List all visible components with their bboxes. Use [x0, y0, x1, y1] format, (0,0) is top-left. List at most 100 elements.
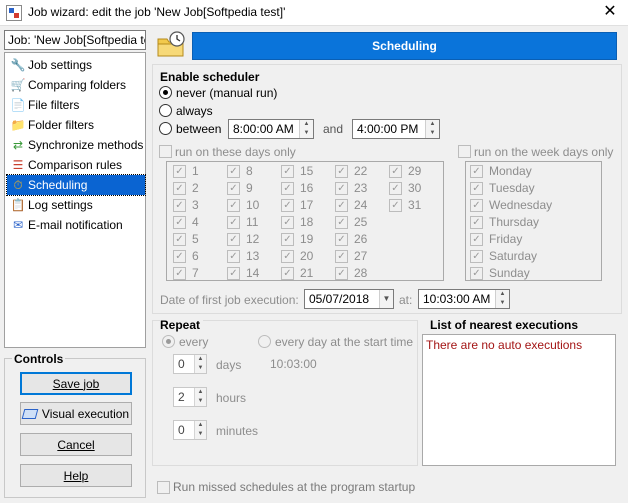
days-spinner-icon[interactable]: ▲ ▼ — [194, 355, 206, 373]
day-checkbox-9[interactable]: 9 — [227, 181, 253, 195]
first-execution-time-field[interactable]: 10:03:00 AM ▲ ▼ — [418, 289, 510, 309]
sidebar-item-file-filters[interactable]: 📄 File filters — [7, 95, 145, 115]
checkbox[interactable] — [281, 215, 294, 229]
hours-spinner-icon[interactable]: ▲ ▼ — [194, 388, 206, 406]
checkbox[interactable] — [335, 181, 348, 195]
day-checkbox-23[interactable]: 23 — [335, 181, 367, 195]
always-radio[interactable] — [159, 104, 172, 117]
help-button[interactable]: Help — [20, 464, 132, 487]
checkbox[interactable] — [227, 164, 240, 178]
checkbox[interactable] — [470, 181, 483, 195]
minutes-spinner-icon[interactable]: ▲ ▼ — [194, 421, 206, 439]
checkbox[interactable] — [470, 164, 483, 178]
day-checkbox-12[interactable]: 12 — [227, 232, 259, 246]
day-checkbox-17[interactable]: 17 — [281, 198, 313, 212]
checkbox[interactable] — [335, 215, 348, 229]
checkbox[interactable] — [227, 266, 240, 280]
day-checkbox-3[interactable]: 3 — [173, 198, 199, 212]
sidebar-item-synchronize-methods[interactable]: ⇄ Synchronize methods — [7, 135, 145, 155]
day-checkbox-18[interactable]: 18 — [281, 215, 313, 229]
weekday-checkbox-sunday[interactable]: Sunday — [470, 266, 530, 280]
day-checkbox-10[interactable]: 10 — [227, 198, 259, 212]
checkbox[interactable] — [173, 181, 186, 195]
day-checkbox-13[interactable]: 13 — [227, 249, 259, 263]
run-missed-checkbox[interactable] — [157, 481, 170, 494]
end-time-field[interactable]: 4:00:00 PM ▲ ▼ — [352, 119, 440, 139]
day-checkbox-16[interactable]: 16 — [281, 181, 313, 195]
day-checkbox-5[interactable]: 5 — [173, 232, 199, 246]
day-checkbox-8[interactable]: 8 — [227, 164, 253, 178]
day-checkbox-2[interactable]: 2 — [173, 181, 199, 195]
repeat-every-radio[interactable] — [162, 335, 175, 348]
checkbox[interactable] — [335, 232, 348, 246]
checkbox[interactable] — [227, 215, 240, 229]
checkbox[interactable] — [173, 249, 186, 263]
checkbox[interactable] — [335, 198, 348, 212]
day-checkbox-20[interactable]: 20 — [281, 249, 313, 263]
sidebar-item-scheduling[interactable]: ⏱ Scheduling — [6, 174, 146, 196]
run-on-days-checkbox[interactable] — [159, 145, 172, 158]
checkbox[interactable] — [470, 249, 483, 263]
cancel-button[interactable]: Cancel — [20, 433, 132, 456]
date-dropdown-icon[interactable]: ▼ — [379, 290, 393, 308]
first-execution-date-field[interactable]: 05/07/2018 ▼ — [304, 289, 394, 309]
weekday-checkbox-saturday[interactable]: Saturday — [470, 249, 537, 263]
end-time-spinner-icon[interactable]: ▲ ▼ — [425, 120, 439, 138]
day-checkbox-30[interactable]: 30 — [389, 181, 421, 195]
sidebar-item-e-mail-notification[interactable]: ✉ E-mail notification — [7, 215, 145, 235]
day-checkbox-11[interactable]: 11 — [227, 215, 258, 229]
sidebar-item-job-settings[interactable]: 🔧 Job settings — [7, 55, 145, 75]
checkbox[interactable] — [281, 164, 294, 178]
every-day-radio[interactable] — [258, 335, 271, 348]
time-spinner-icon[interactable]: ▲ ▼ — [495, 290, 509, 308]
day-checkbox-6[interactable]: 6 — [173, 249, 199, 263]
day-checkbox-25[interactable]: 25 — [335, 215, 367, 229]
checkbox[interactable] — [227, 232, 240, 246]
checkbox[interactable] — [281, 266, 294, 280]
minutes-stepper[interactable]: 0 ▲ ▼ — [173, 420, 207, 440]
checkbox[interactable] — [335, 266, 348, 280]
weekday-checkbox-thursday[interactable]: Thursday — [470, 215, 539, 229]
between-radio[interactable] — [159, 122, 172, 135]
sidebar-item-comparing-folders[interactable]: 🛒 Comparing folders — [7, 75, 145, 95]
checkbox[interactable] — [227, 249, 240, 263]
save-job-button[interactable]: Save job — [20, 372, 132, 395]
weekday-checkbox-wednesday[interactable]: Wednesday — [470, 198, 552, 212]
checkbox[interactable] — [389, 181, 402, 195]
day-checkbox-7[interactable]: 7 — [173, 266, 199, 280]
sidebar-item-folder-filters[interactable]: 📁 Folder filters — [7, 115, 145, 135]
checkbox[interactable] — [389, 164, 402, 178]
run-on-week-days-checkbox[interactable] — [458, 145, 471, 158]
day-checkbox-22[interactable]: 22 — [335, 164, 367, 178]
hours-stepper[interactable]: 2 ▲ ▼ — [173, 387, 207, 407]
checkbox[interactable] — [470, 266, 483, 280]
day-checkbox-24[interactable]: 24 — [335, 198, 367, 212]
checkbox[interactable] — [173, 266, 186, 280]
checkbox[interactable] — [173, 198, 186, 212]
checkbox[interactable] — [281, 181, 294, 195]
checkbox[interactable] — [335, 164, 348, 178]
never-radio[interactable] — [159, 86, 172, 99]
day-checkbox-27[interactable]: 27 — [335, 249, 367, 263]
checkbox[interactable] — [335, 249, 348, 263]
visual-execution-button[interactable]: Visual execution — [20, 402, 132, 425]
day-checkbox-31[interactable]: 31 — [389, 198, 421, 212]
start-time-spinner-icon[interactable]: ▲ ▼ — [299, 120, 313, 138]
days-stepper[interactable]: 0 ▲ ▼ — [173, 354, 207, 374]
checkbox[interactable] — [470, 232, 483, 246]
sidebar-item-comparison-rules[interactable]: ☰ Comparison rules — [7, 155, 145, 175]
checkbox[interactable] — [227, 181, 240, 195]
day-checkbox-26[interactable]: 26 — [335, 232, 367, 246]
checkbox[interactable] — [227, 198, 240, 212]
checkbox[interactable] — [281, 232, 294, 246]
checkbox[interactable] — [281, 198, 294, 212]
day-checkbox-21[interactable]: 21 — [281, 266, 313, 280]
day-checkbox-29[interactable]: 29 — [389, 164, 421, 178]
start-time-field[interactable]: 8:00:00 AM ▲ ▼ — [228, 119, 314, 139]
weekday-checkbox-tuesday[interactable]: Tuesday — [470, 181, 535, 195]
day-checkbox-19[interactable]: 19 — [281, 232, 313, 246]
weekday-checkbox-friday[interactable]: Friday — [470, 232, 522, 246]
day-checkbox-14[interactable]: 14 — [227, 266, 259, 280]
day-checkbox-15[interactable]: 15 — [281, 164, 313, 178]
checkbox[interactable] — [470, 215, 483, 229]
